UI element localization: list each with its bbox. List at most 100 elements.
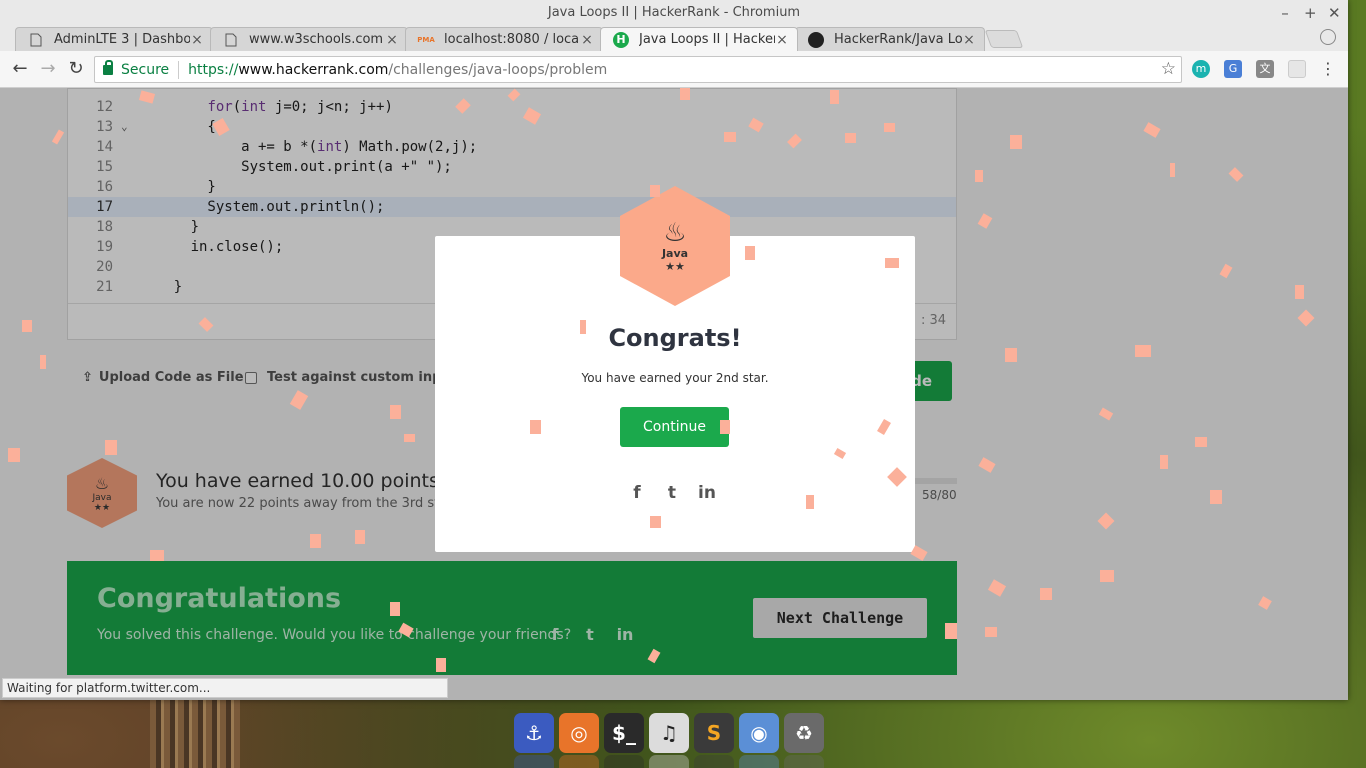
confetti-piece bbox=[985, 627, 997, 637]
firefox-dock-icon[interactable]: ◎ bbox=[559, 713, 599, 753]
url-divider bbox=[178, 60, 180, 79]
confetti-piece bbox=[724, 132, 736, 142]
document-icon bbox=[223, 32, 239, 48]
bookmark-star-icon[interactable]: ☆ bbox=[1161, 59, 1176, 79]
url-scheme: https:// bbox=[188, 61, 239, 78]
confetti-piece bbox=[22, 320, 32, 332]
maximize-button[interactable]: + bbox=[1304, 0, 1317, 26]
tab-close-icon[interactable]: × bbox=[385, 32, 399, 48]
tab-close-icon[interactable]: × bbox=[580, 32, 594, 48]
confetti-piece bbox=[436, 658, 446, 672]
confetti-piece bbox=[530, 420, 541, 434]
document-icon bbox=[28, 32, 44, 48]
linkedin-icon[interactable]: in bbox=[696, 482, 718, 504]
phpmyadmin-icon: PMA bbox=[417, 35, 435, 44]
java-cup-icon: ♨ bbox=[663, 218, 687, 248]
url-path: /challenges/java-loops/problem bbox=[388, 61, 608, 78]
confetti-piece bbox=[650, 516, 661, 528]
confetti-piece bbox=[580, 320, 586, 334]
confetti-piece bbox=[745, 246, 755, 260]
confetti-piece bbox=[1010, 135, 1022, 149]
confetti-piece bbox=[1005, 348, 1017, 362]
confetti-piece bbox=[884, 123, 895, 132]
confetti-piece bbox=[390, 602, 400, 616]
github-icon bbox=[808, 31, 824, 48]
forward-icon[interactable]: → bbox=[38, 59, 58, 79]
minimize-button[interactable]: – bbox=[1280, 0, 1290, 26]
confetti-piece bbox=[885, 258, 899, 268]
terminal-dock-icon[interactable]: $_ bbox=[604, 713, 644, 753]
back-icon[interactable]: ← bbox=[10, 59, 30, 79]
chromium-dock-icon[interactable]: ◉ bbox=[739, 713, 779, 753]
confetti-piece bbox=[1170, 163, 1175, 177]
new-tab-button[interactable] bbox=[984, 30, 1024, 48]
confetti-piece bbox=[945, 623, 957, 639]
url-host: www.hackerrank.com bbox=[238, 61, 389, 78]
twitter-icon[interactable]: t bbox=[661, 482, 683, 504]
tab-close-icon[interactable]: × bbox=[775, 32, 789, 48]
confetti-piece bbox=[150, 550, 164, 561]
modal-badge-label: Java bbox=[661, 247, 689, 260]
confetti-piece bbox=[1295, 285, 1304, 299]
reload-icon[interactable]: ↻ bbox=[66, 59, 86, 79]
confetti-piece bbox=[310, 534, 321, 548]
confetti-piece bbox=[1135, 345, 1151, 357]
confetti-piece bbox=[1210, 490, 1222, 504]
tab-phpmyadmin[interactable]: PMA localhost:8080 / localh × bbox=[405, 27, 603, 51]
title-bar: Java Loops II | HackerRank - Chromium – … bbox=[0, 0, 1348, 26]
confetti-piece bbox=[650, 185, 660, 197]
tab-adminlte[interactable]: AdminLTE 3 | Dashboa × bbox=[15, 27, 213, 51]
profile-icon[interactable] bbox=[1320, 29, 1336, 45]
confetti-piece bbox=[390, 405, 401, 419]
status-bar: Waiting for platform.twitter.com... bbox=[2, 678, 448, 698]
confetti-piece bbox=[1195, 437, 1207, 447]
tab-label: www.w3schools.com bbox=[249, 32, 384, 47]
extension-translate-icon[interactable]: 文 bbox=[1256, 60, 1274, 78]
close-window-button[interactable]: ✕ bbox=[1328, 0, 1341, 26]
sublime-text-dock-icon[interactable]: S bbox=[694, 713, 734, 753]
tab-close-icon[interactable]: × bbox=[962, 32, 976, 48]
anchor-app-dock-icon[interactable]: ⚓ bbox=[514, 713, 554, 753]
tab-label: AdminLTE 3 | Dashboa bbox=[54, 32, 190, 47]
confetti-piece bbox=[806, 495, 814, 509]
modal-subtitle: You have earned your 2nd star. bbox=[581, 371, 769, 385]
dock: ⚓ ◎ $_ ♫ S ◉ ♻ bbox=[514, 713, 854, 755]
trash-dock-icon[interactable]: ♻ bbox=[784, 713, 824, 753]
extension-blank-icon[interactable] bbox=[1288, 60, 1306, 78]
tab-label: HackerRank/Java Loo bbox=[834, 32, 962, 47]
facebook-icon[interactable]: f bbox=[626, 482, 648, 504]
continue-button[interactable]: Continue bbox=[620, 407, 729, 447]
music-dock-icon[interactable]: ♫ bbox=[649, 713, 689, 753]
tab-strip: AdminLTE 3 | Dashboa × www.w3schools.com… bbox=[0, 26, 1348, 51]
menu-icon[interactable]: ⋮ bbox=[1320, 58, 1336, 80]
confetti-piece bbox=[8, 448, 20, 462]
confetti-piece bbox=[720, 420, 730, 434]
hackerrank-icon: H bbox=[613, 31, 629, 48]
confetti-piece bbox=[105, 440, 117, 455]
translate-icon[interactable]: G bbox=[1224, 60, 1242, 78]
confetti-piece bbox=[975, 170, 983, 182]
wallpaper-tree bbox=[150, 700, 240, 768]
tab-github[interactable]: HackerRank/Java Loo × bbox=[795, 27, 985, 51]
tab-w3schools[interactable]: www.w3schools.com × bbox=[210, 27, 408, 51]
confetti-piece bbox=[1040, 588, 1052, 600]
secure-label: Secure bbox=[121, 61, 170, 78]
window-title: Java Loops II | HackerRank - Chromium bbox=[547, 5, 801, 20]
modal-title: Congrats! bbox=[608, 324, 742, 352]
lock-icon bbox=[103, 59, 113, 75]
confetti-piece bbox=[40, 355, 46, 369]
address-bar[interactable]: Secure https:// www.hackerrank.com /chal… bbox=[94, 56, 1182, 83]
extension-m-icon[interactable]: m bbox=[1192, 60, 1210, 78]
tab-close-icon[interactable]: × bbox=[190, 32, 204, 48]
confetti-piece bbox=[1160, 455, 1168, 469]
browser-toolbar: ← → ↻ Secure https:// www.hackerrank.com… bbox=[0, 51, 1348, 88]
confetti-piece bbox=[830, 90, 839, 104]
modal-badge-stars: ★★ bbox=[665, 260, 685, 273]
secure-indicator[interactable]: Secure bbox=[103, 59, 170, 78]
tab-label: localhost:8080 / localh bbox=[444, 32, 580, 47]
confetti-piece bbox=[845, 133, 856, 143]
confetti-piece bbox=[680, 88, 690, 100]
tab-hackerrank[interactable]: H Java Loops II | Hacker × bbox=[600, 27, 798, 51]
confetti-piece bbox=[355, 530, 365, 544]
confetti-piece bbox=[1100, 570, 1114, 582]
